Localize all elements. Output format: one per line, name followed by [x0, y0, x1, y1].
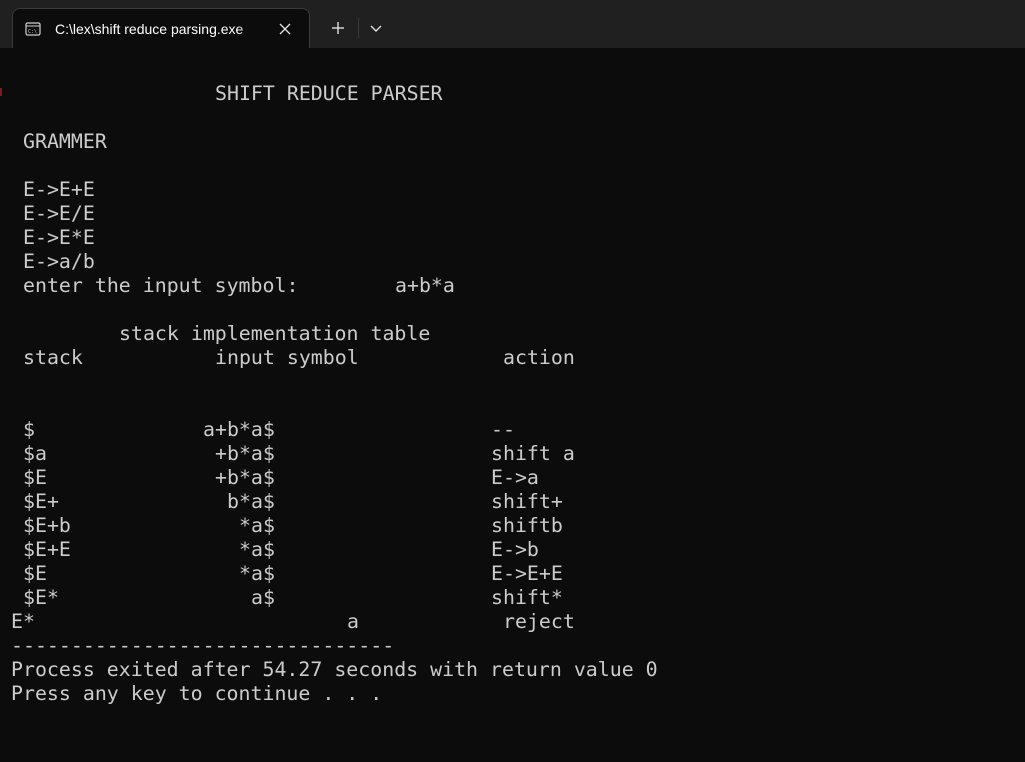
- final-action: reject: [503, 610, 575, 633]
- close-icon[interactable]: [275, 19, 295, 39]
- table-cell-input: *a$: [239, 562, 275, 585]
- tab-title: C:\lex\shift reduce parsing.exe: [55, 21, 244, 37]
- table-cell-stack: $a: [23, 442, 47, 465]
- svg-text:C:\: C:\: [28, 29, 37, 35]
- table-cell-action: shift*: [491, 586, 563, 609]
- table-cell-action: shift+: [491, 490, 563, 513]
- final-input: a: [347, 610, 359, 633]
- table-cell-stack: $E+E: [23, 538, 71, 561]
- input-prompt: enter the input symbol:: [23, 274, 299, 297]
- plus-icon[interactable]: [322, 12, 354, 44]
- column-header-stack: stack: [23, 346, 83, 369]
- input-value: a+b*a: [395, 274, 455, 297]
- scroll-marker: [0, 88, 2, 96]
- table-cell-input: *a$: [239, 538, 275, 561]
- table-cell-input: b*a$: [227, 490, 275, 513]
- terminal-icon: C:\: [25, 22, 41, 36]
- table-cell-stack: $E+b: [23, 514, 71, 537]
- parser-heading: SHIFT REDUCE PARSER: [215, 82, 443, 105]
- continue-message: Press any key to continue . . .: [11, 682, 383, 705]
- final-stack: E*: [11, 610, 35, 633]
- table-cell-input: a$: [251, 586, 275, 609]
- table-cell-input: +b*a$: [215, 442, 275, 465]
- table-cell-input: a+b*a$: [203, 418, 275, 441]
- table-cell-stack: $: [23, 418, 35, 441]
- table-cell-action: E->E+E: [491, 562, 563, 585]
- table-cell-stack: $E*: [23, 586, 59, 609]
- table-cell-action: E->a: [491, 466, 539, 489]
- table-cell-stack: $E+: [23, 490, 59, 513]
- grammar-label: GRAMMER: [23, 130, 107, 153]
- tab-divider: [358, 18, 359, 38]
- exit-message: Process exited after 54.27 seconds with …: [11, 658, 658, 681]
- table-cell-action: --: [491, 418, 515, 441]
- column-header-input: input symbol: [215, 346, 359, 369]
- chevron-down-icon[interactable]: [362, 12, 390, 44]
- tab-shift-reduce-parsing[interactable]: C:\ C:\lex\shift reduce parsing.exe: [12, 8, 310, 48]
- grammar-rule: E->E*E: [23, 226, 95, 249]
- separator-line: --------------------------------: [11, 634, 395, 657]
- column-header-action: action: [503, 346, 575, 369]
- table-cell-action: E->b: [491, 538, 539, 561]
- table-title: stack implementation table: [119, 322, 431, 345]
- grammar-rule: E->E+E: [23, 178, 95, 201]
- grammar-rule: E->E/E: [23, 202, 95, 225]
- terminal-window: C:\ C:\lex\shift reduce parsing.exe SHIF…: [0, 0, 1025, 762]
- title-bar: C:\ C:\lex\shift reduce parsing.exe: [0, 0, 1025, 48]
- terminal-output[interactable]: SHIFT REDUCE PARSER GRAMMER E->E+E E->E/…: [0, 48, 1025, 762]
- table-cell-stack: $E: [23, 562, 47, 585]
- table-cell-stack: $E: [23, 466, 47, 489]
- table-cell-action: shiftb: [491, 514, 563, 537]
- table-cell-input: +b*a$: [215, 466, 275, 489]
- table-cell-action: shift a: [491, 442, 575, 465]
- table-cell-input: *a$: [239, 514, 275, 537]
- grammar-rule: E->a/b: [23, 250, 95, 273]
